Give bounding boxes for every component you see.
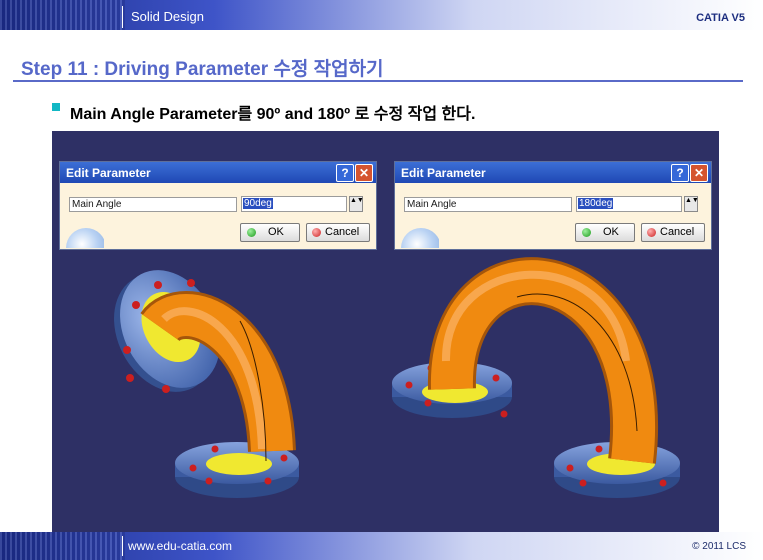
value-spinner-icon[interactable]: ▲▼ — [349, 196, 364, 212]
ok-label: OK — [268, 226, 284, 238]
edit-parameter-dialog-180[interactable]: Edit Parameter ? ✕ Main Angle 180deg ▲▼ … — [394, 161, 712, 250]
brand-label: CATIA V5 — [696, 12, 745, 24]
help-icon[interactable]: ? — [671, 164, 689, 182]
close-icon[interactable]: ✕ — [690, 164, 708, 182]
cancel-button[interactable]: Cancel — [306, 223, 370, 242]
value-spinner-icon[interactable]: ▲▼ — [684, 196, 699, 212]
footer-site-link[interactable]: www.edu-catia.com — [128, 539, 232, 553]
title-underline — [13, 80, 743, 82]
ok-button[interactable]: OK — [575, 223, 635, 242]
cancel-label: Cancel — [660, 226, 695, 238]
dialog-title-bar[interactable]: Edit Parameter ? ✕ — [60, 162, 376, 183]
footer-divider — [122, 536, 123, 556]
dialog-title: Edit Parameter — [66, 166, 151, 180]
course-title: Solid Design — [131, 9, 204, 24]
help-icon[interactable]: ? — [336, 164, 354, 182]
cancel-red-icon — [312, 228, 321, 237]
edit-parameter-dialog-90[interactable]: Edit Parameter ? ✕ Main Angle 90deg ▲▼ O… — [59, 161, 377, 250]
cancel-label: Cancel — [325, 226, 360, 238]
pipe-90-model — [114, 270, 299, 498]
header-bar: Solid Design CATIA V5 — [0, 0, 763, 30]
globe-decoration-icon — [60, 224, 104, 248]
header-divider — [122, 6, 123, 28]
ok-button[interactable]: OK — [240, 223, 300, 242]
bullet-square-icon — [52, 103, 60, 111]
bullet-text: Main Angle Parameter를 90º and 180º 로 수정 … — [70, 106, 476, 123]
ok-green-icon — [247, 228, 256, 237]
globe-decoration-icon — [395, 224, 439, 248]
catia-viewport[interactable]: Edit Parameter ? ✕ Main Angle 90deg ▲▼ O… — [52, 131, 719, 532]
header-decoration — [0, 0, 125, 30]
ok-green-icon — [582, 228, 591, 237]
parameter-value-input[interactable]: 180deg — [576, 196, 682, 212]
parameter-name-field[interactable]: Main Angle — [404, 197, 572, 212]
cancel-button[interactable]: Cancel — [641, 223, 705, 242]
ok-label: OK — [603, 226, 619, 238]
parameter-value-text: 90deg — [243, 198, 273, 209]
dialog-title-bar[interactable]: Edit Parameter ? ✕ — [395, 162, 711, 183]
dialog-title: Edit Parameter — [401, 166, 486, 180]
close-icon[interactable]: ✕ — [355, 164, 373, 182]
cancel-red-icon — [647, 228, 656, 237]
parameter-name-field[interactable]: Main Angle — [69, 197, 237, 212]
footer-copyright: © 2011 LCS — [692, 541, 746, 552]
footer-bar: www.edu-catia.com © 2011 LCS — [0, 532, 763, 560]
footer-decoration — [0, 532, 125, 560]
parameter-value-input[interactable]: 90deg — [241, 196, 347, 212]
slide-title: Step 11 : Driving Parameter 수정 작업하기 — [21, 59, 384, 80]
pipe-180-model — [392, 257, 680, 498]
parameter-value-text: 180deg — [578, 198, 614, 209]
